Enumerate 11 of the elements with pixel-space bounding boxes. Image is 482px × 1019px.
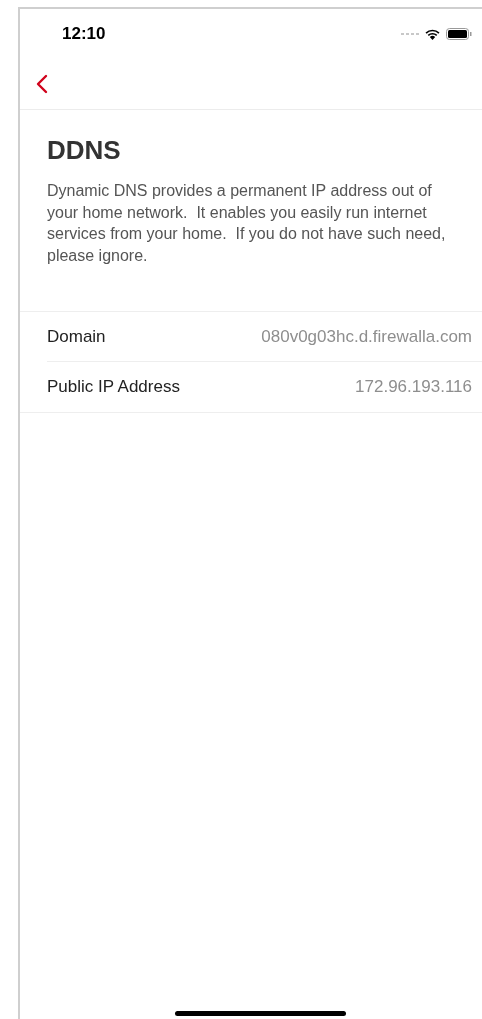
chevron-left-icon — [36, 74, 48, 94]
wifi-icon — [424, 28, 441, 40]
description-text: Dynamic DNS provides a permanent IP address out of your home network. It enables you easily run internet services from your home. If you do not have such need, please ignore. — [47, 181, 447, 266]
page-title: DDNS — [47, 134, 122, 166]
signal-icon — [401, 32, 419, 36]
status-time: 12:10 — [62, 23, 106, 46]
row-label: Public IP Address — [47, 376, 180, 399]
row-label: Domain — [47, 325, 106, 348]
row-value: 172.96.193.116 — [355, 376, 472, 399]
battery-icon — [446, 28, 472, 40]
row-value: 080v0g03hc.d.firewalla.com — [261, 325, 472, 348]
